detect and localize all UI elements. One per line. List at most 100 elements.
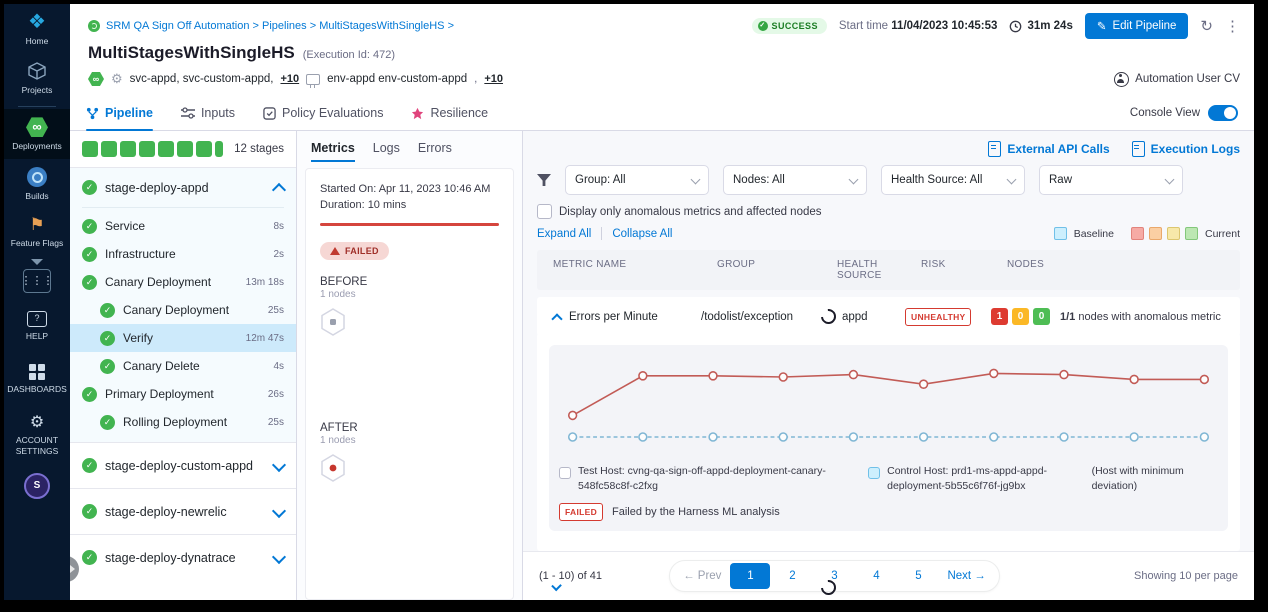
- stage-row-newrelic[interactable]: ✓ stage-deploy-newrelic: [70, 488, 296, 534]
- metrics-table: METRIC NAME GROUP HEALTH SOURCE RISK NOD…: [537, 250, 1240, 543]
- stage-row-appd[interactable]: ✓ stage-deploy-appd: [70, 168, 296, 207]
- control-host-checkbox[interactable]: [868, 467, 880, 479]
- step-service[interactable]: ✓ Service 8s: [70, 212, 296, 240]
- collapse-all-link[interactable]: Collapse All: [612, 228, 672, 240]
- after-label: AFTER: [320, 422, 499, 434]
- filter-icon[interactable]: [537, 174, 551, 186]
- chevron-up-icon[interactable]: [272, 182, 286, 196]
- breadcrumb[interactable]: SRM QA Sign Off Automation > Pipelines >…: [106, 20, 454, 32]
- kebab-menu-icon[interactable]: ⋮: [1225, 17, 1240, 35]
- test-host-legend[interactable]: Test Host: cvng-qa-sign-off-appd-deploym…: [559, 464, 862, 494]
- edit-pipeline-button[interactable]: ✎Edit Pipeline: [1085, 13, 1189, 39]
- page-button-2[interactable]: 2: [772, 563, 812, 589]
- user-avatar[interactable]: S: [24, 473, 50, 499]
- metric-comparison-chart[interactable]: [559, 355, 1218, 453]
- page-button-4[interactable]: 4: [856, 563, 896, 589]
- success-check-icon: ✓: [82, 387, 97, 402]
- test-host-checkbox[interactable]: [559, 467, 571, 479]
- nodes-filter-select[interactable]: Nodes: All: [723, 165, 867, 195]
- nav-label: Builds: [25, 191, 48, 201]
- pagination-bar: (1 - 10) of 41 ← Prev 1 2 3 4 5 Next → S…: [523, 551, 1254, 600]
- step-canary-delete[interactable]: ✓ Canary Delete 4s: [70, 352, 296, 380]
- deployment-icon: ∞: [88, 72, 104, 86]
- environment-icon: [306, 74, 320, 85]
- divider: [82, 207, 284, 208]
- nav-help[interactable]: ? HELP: [4, 303, 70, 348]
- success-check-icon: ✓: [82, 458, 97, 473]
- nav-label: HELP: [26, 331, 48, 341]
- after-node-hexagon[interactable]: [320, 454, 346, 482]
- prev-page-button[interactable]: ← Prev: [676, 563, 728, 589]
- group-filter-select[interactable]: Group: All: [565, 165, 709, 195]
- anomalous-only-checkbox[interactable]: [537, 204, 552, 219]
- tab-errors[interactable]: Errors: [418, 141, 452, 162]
- step-canary-deployment[interactable]: ✓ Canary Deployment 25s: [70, 296, 296, 324]
- collapse-row-icon[interactable]: [551, 313, 562, 324]
- table-row[interactable]: Errors per Minute /todolist/exception ap…: [537, 297, 1240, 336]
- srm-module-icon: [88, 20, 100, 32]
- nav-deployments[interactable]: ∞ Deployments: [4, 109, 70, 158]
- ml-failed-badge: FAILED: [559, 503, 603, 521]
- external-api-calls-link[interactable]: External API Calls: [988, 141, 1109, 157]
- nav-builds[interactable]: Builds: [4, 159, 70, 208]
- expand-all-link[interactable]: Expand All: [537, 228, 591, 240]
- refresh-icon[interactable]: ↻: [1200, 17, 1213, 35]
- app-window: ❖ Home Projects ∞ Deployments Builds ⚑ F…: [4, 4, 1254, 600]
- nav-account-settings[interactable]: ⚙ ACCOUNT SETTINGS: [4, 407, 70, 462]
- nav-feature-flags[interactable]: ⚑ Feature Flags: [4, 208, 70, 255]
- chevron-down-icon: [691, 174, 701, 184]
- nav-home[interactable]: ❖ Home: [4, 4, 70, 53]
- console-view-toggle[interactable]: [1208, 105, 1238, 121]
- chevron-down-icon[interactable]: [272, 503, 286, 517]
- success-check-icon: ✓: [82, 275, 97, 290]
- chevron-down-icon[interactable]: [272, 457, 286, 471]
- page-button-1[interactable]: 1: [730, 563, 770, 589]
- step-rolling-deployment[interactable]: ✓ Rolling Deployment 25s: [70, 408, 296, 436]
- chevron-down-icon[interactable]: [31, 259, 43, 265]
- nav-projects[interactable]: Projects: [4, 53, 70, 102]
- tab-metrics[interactable]: Metrics: [311, 141, 355, 162]
- health-source-filter-select[interactable]: Health Source: All: [881, 165, 1025, 195]
- stage-row-dynatrace[interactable]: ✓ stage-deploy-dynatrace: [70, 534, 296, 580]
- execution-logs-link[interactable]: Execution Logs: [1132, 141, 1240, 157]
- warning-node-count: 0: [1012, 308, 1029, 325]
- console-view-label: Console View: [1130, 107, 1200, 119]
- sidebar-divider: [18, 106, 56, 107]
- feature-flags-icon: ⚑: [29, 216, 44, 234]
- control-host-legend[interactable]: Control Host: prd1-ms-appd-appd-deployme…: [868, 464, 1085, 494]
- module-picker-icon[interactable]: ⋮⋮⋮: [23, 269, 51, 293]
- current-swatch-yellow: [1167, 227, 1180, 240]
- user-icon: [1114, 72, 1129, 87]
- step-infrastructure[interactable]: ✓ Infrastructure 2s: [70, 240, 296, 268]
- page-button-5[interactable]: 5: [898, 563, 938, 589]
- chevron-down-icon[interactable]: [272, 549, 286, 563]
- status-badge: ✓SUCCESS: [752, 18, 827, 34]
- page-title: MultiStagesWithSingleHS: [88, 43, 295, 63]
- ml-failed-message: Failed by the Harness ML analysis: [612, 506, 780, 518]
- comma: ,: [474, 73, 477, 85]
- next-page-button[interactable]: Next →: [940, 563, 992, 589]
- step-primary-deployment[interactable]: ✓ Primary Deployment 26s: [70, 380, 296, 408]
- nav-label: Projects: [22, 85, 53, 95]
- tab-resilience[interactable]: Resilience: [411, 96, 488, 130]
- tab-inputs[interactable]: Inputs: [181, 96, 235, 130]
- step-verify[interactable]: ✓ Verify 12m 47s: [70, 324, 296, 352]
- tab-pipeline[interactable]: Pipeline: [86, 96, 153, 130]
- per-page-label: Showing 10 per page: [1134, 570, 1238, 582]
- module-sidebar: ❖ Home Projects ∞ Deployments Builds ⚑ F…: [4, 4, 70, 600]
- display-mode-select[interactable]: Raw: [1039, 165, 1183, 195]
- stage-row-custom-appd[interactable]: ✓ stage-deploy-custom-appd: [70, 442, 296, 488]
- home-icon: ❖: [28, 12, 46, 32]
- execution-id: (Execution Id: 472): [303, 49, 395, 61]
- tab-policy-evaluations[interactable]: Policy Evaluations: [263, 96, 383, 130]
- services-more-link[interactable]: +10: [280, 73, 299, 85]
- chart-color-legend: Baseline Current: [1054, 227, 1240, 240]
- stage-panel: 12 stages ✓ stage-deploy-appd ✓ Service …: [70, 131, 297, 600]
- current-swatch-red: [1131, 227, 1144, 240]
- envs-more-link[interactable]: +10: [484, 73, 503, 85]
- nav-dashboards[interactable]: DASHBOARDS: [4, 356, 70, 401]
- before-node-hexagon[interactable]: [320, 308, 346, 336]
- tab-logs[interactable]: Logs: [373, 141, 400, 162]
- step-canary-deployment-group[interactable]: ✓ Canary Deployment 13m 18s: [70, 268, 296, 296]
- main-area: SRM QA Sign Off Automation > Pipelines >…: [70, 4, 1254, 600]
